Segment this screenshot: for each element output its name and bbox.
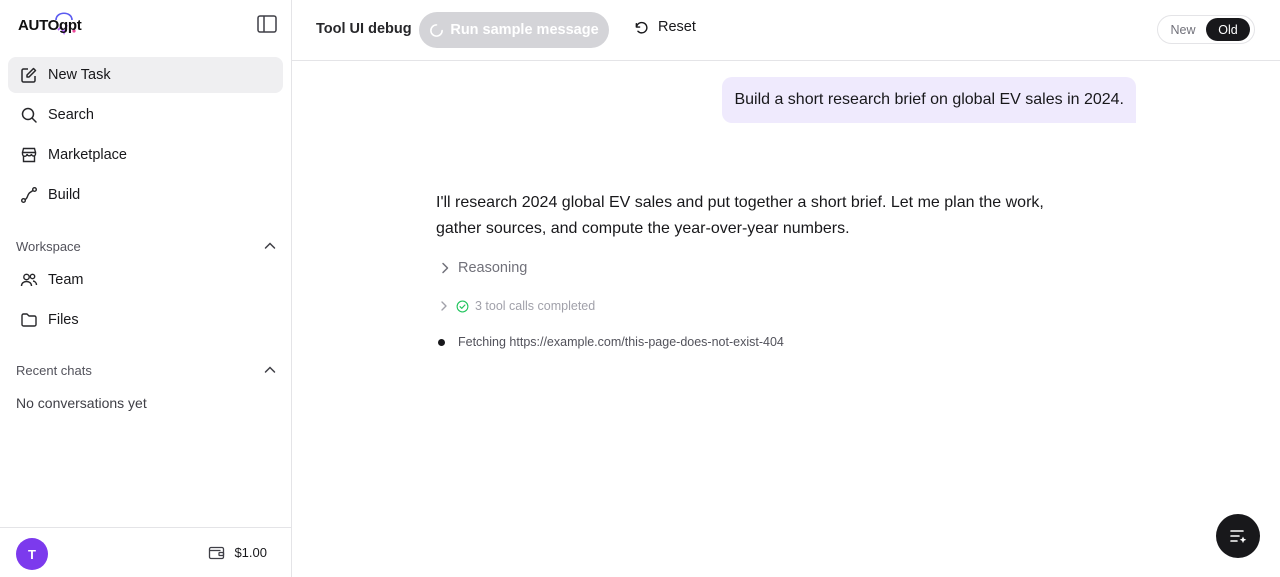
sidebar-toggle-button[interactable] [256,14,278,34]
sidebar-item-label: Marketplace [48,147,127,163]
user-message: Build a short research brief on global E… [722,77,1136,123]
autogpt-logo[interactable]: AUTOgpt [16,8,82,38]
sidebar-nav: New Task Search Marketplace Build [8,57,283,217]
sidebar-item-label: Team [48,272,84,288]
sidebar-item-build[interactable]: Build [8,177,283,213]
assistant-message: I'll research 2024 global EV sales and p… [436,194,1044,237]
tool-calls-summary[interactable]: 3 tool calls completed [438,299,595,313]
avatar[interactable]: T [16,538,48,570]
logo-text: AUTOgpt [18,17,82,34]
reasoning-label: Reasoning [458,260,528,276]
recent-chats-section-header[interactable]: Recent chats [16,360,278,380]
wallet-icon [209,546,225,560]
sidebar-item-label: New Task [48,67,111,83]
run-sample-message-label: Run sample message [450,22,599,38]
sidebar-item-search[interactable]: Search [8,97,283,133]
search-icon [20,106,38,124]
sidebar-item-files[interactable]: Files [8,302,283,338]
reset-button[interactable]: Reset [634,19,696,35]
sidebar-item-label: Files [48,312,79,328]
chevron-up-icon [264,366,276,373]
rotate-ccw-icon [635,21,648,34]
chevron-right-icon [442,262,449,274]
sidebar-item-marketplace[interactable]: Marketplace [8,137,283,173]
version-toggle: New Old [1157,15,1255,44]
users-icon [20,271,38,289]
reset-label: Reset [658,19,696,35]
sidebar: AUTOgpt New Task Search Marketplace Buil… [0,0,292,577]
status-dot-icon [438,338,445,346]
page-title: Tool UI debug [316,21,412,37]
store-icon [20,146,38,164]
credits-amount: $1.00 [234,545,267,560]
top-header: Tool UI debug Run sample message Reset N… [292,0,1280,61]
reasoning-toggle[interactable]: Reasoning [438,260,527,276]
panel-left-icon [257,15,277,33]
fetching-label: Fetching https://example.com/this-page-d… [458,335,784,349]
floating-action-button[interactable] [1216,514,1260,558]
flow-icon [20,186,38,204]
workspace-nav: Team Files [8,262,283,342]
edit-icon [20,66,38,84]
workspace-section-header[interactable]: Workspace [16,236,278,256]
sidebar-footer: T $1.00 [0,527,291,577]
toggle-old-option[interactable]: Old [1206,18,1250,41]
credits-balance[interactable]: $1.00 [208,544,267,561]
folder-icon [20,311,38,329]
workspace-title: Workspace [16,238,81,254]
toggle-new-option[interactable]: New [1160,18,1206,41]
recent-chats-title: Recent chats [16,362,92,378]
recent-chats-empty: No conversations yet [16,395,147,411]
tool-calls-label: 3 tool calls completed [475,299,596,313]
sidebar-item-label: Build [48,187,81,203]
list-sparkle-icon [1230,530,1247,544]
loading-spinner-icon [430,23,444,37]
fetching-status: Fetching https://example.com/this-page-d… [438,335,784,349]
run-sample-message-button[interactable]: Run sample message [419,12,609,48]
sidebar-item-label: Search [48,107,94,123]
sidebar-item-team[interactable]: Team [8,262,283,298]
check-circle-icon [456,300,469,312]
chat-area: Build a short research brief on global E… [292,61,1280,577]
sidebar-item-new-task[interactable]: New Task [8,57,283,93]
chevron-up-icon [264,242,276,249]
chevron-right-icon [441,301,447,311]
